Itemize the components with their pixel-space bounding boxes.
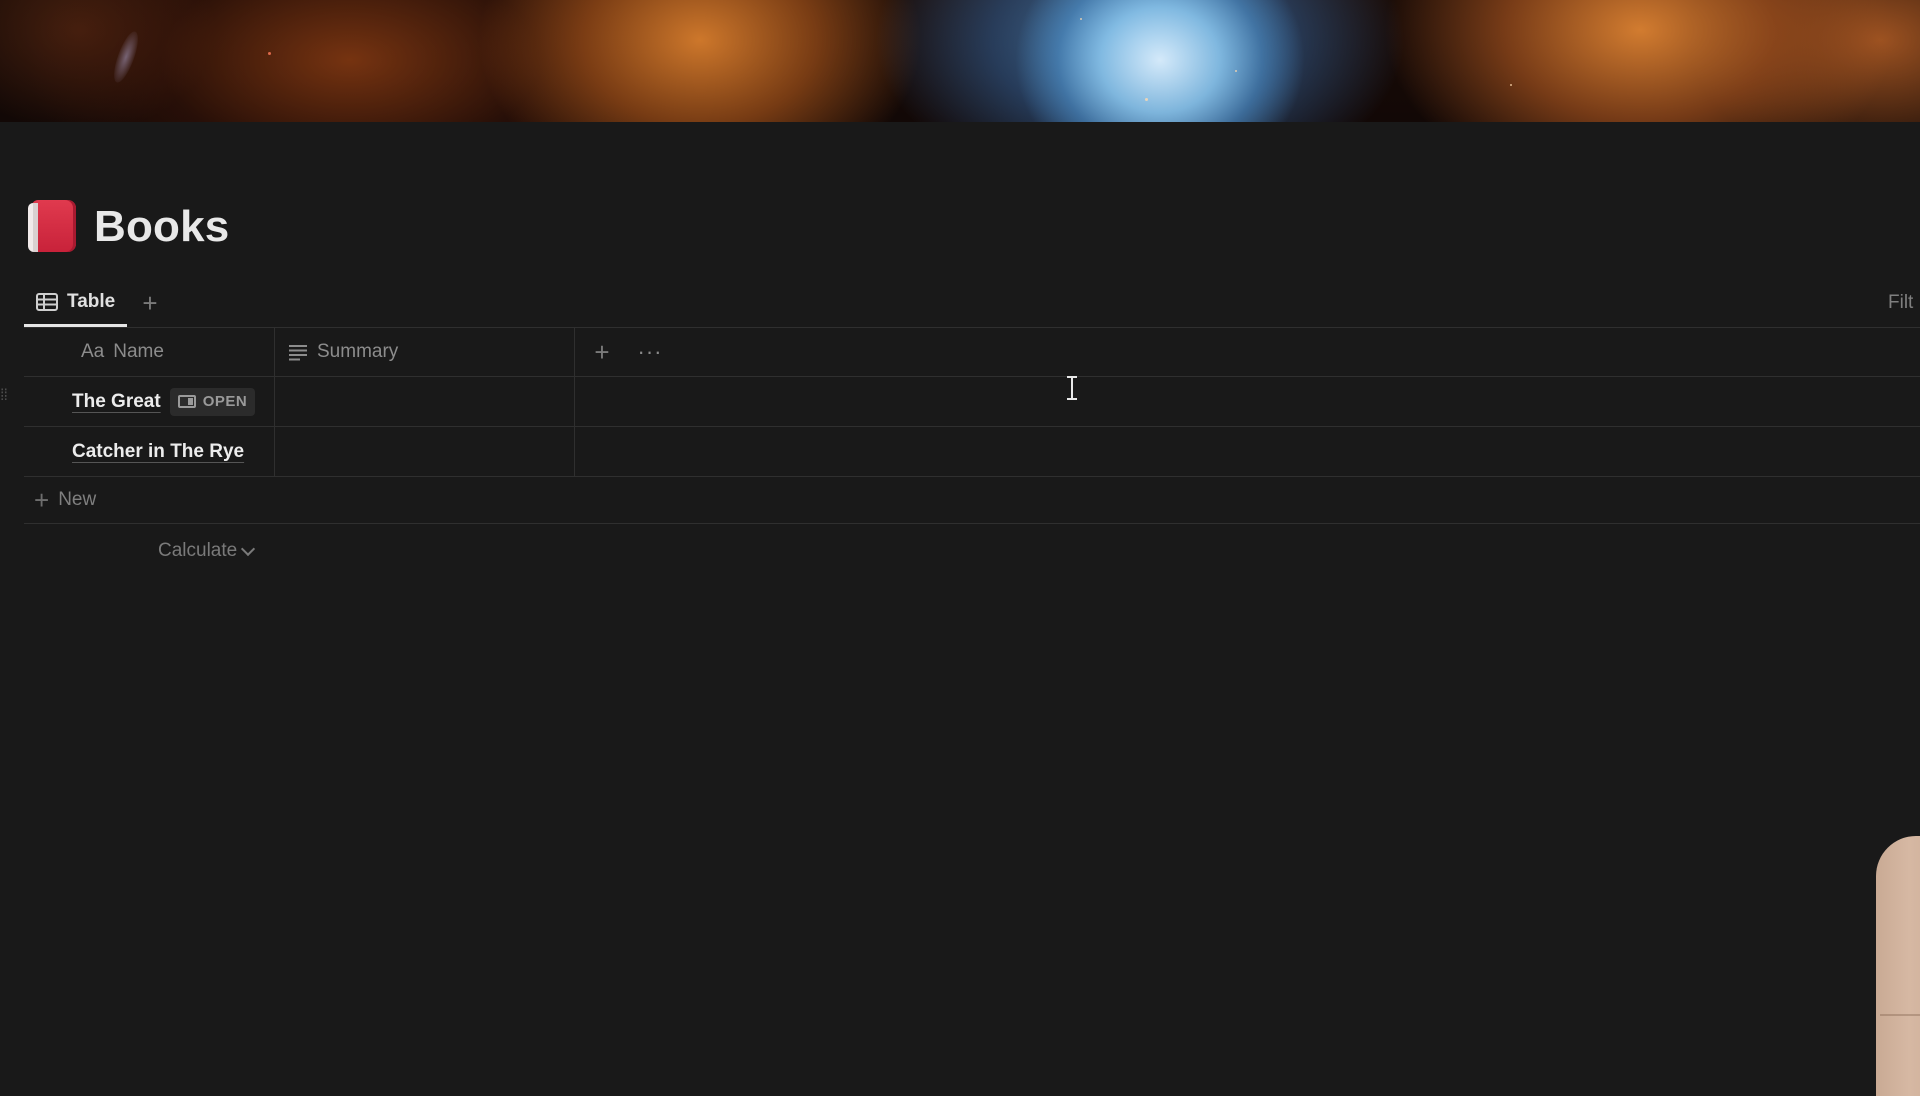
page-header: Books: [28, 200, 229, 254]
name-cell[interactable]: Catcher in The Rye: [24, 427, 275, 476]
row-title[interactable]: Catcher in The Rye: [72, 441, 244, 463]
presenter-hand: [1876, 836, 1920, 1096]
cover-star: [1145, 98, 1148, 101]
plus-icon: +: [34, 484, 50, 515]
table-header: Aa Name Summary + ···: [24, 328, 1920, 377]
page-cover-image[interactable]: [0, 0, 1920, 122]
column-label: Name: [113, 341, 164, 362]
text-cursor-icon: [1064, 374, 1080, 402]
cover-star: [1510, 84, 1512, 86]
calculate-label: Calculate: [158, 540, 238, 561]
red-book-icon[interactable]: [28, 200, 78, 254]
add-view-button[interactable]: +: [136, 287, 164, 318]
new-row-label: New: [58, 489, 97, 510]
summary-cell[interactable]: [275, 427, 575, 476]
calculate-dropdown[interactable]: Calculate: [158, 538, 256, 564]
new-row-button[interactable]: + New: [24, 477, 1920, 524]
summary-cell[interactable]: [275, 377, 575, 426]
table-row[interactable]: Catcher in The Rye: [24, 427, 1920, 477]
tab-table[interactable]: Table: [24, 280, 128, 327]
cover-star: [268, 52, 271, 55]
open-button[interactable]: OPEN: [169, 387, 256, 416]
more-horizontal-icon: ···: [637, 339, 663, 364]
more-options-button[interactable]: ···: [636, 338, 664, 366]
plus-icon: +: [594, 336, 610, 367]
cover-nebula-streak: [109, 28, 143, 86]
column-header-summary[interactable]: Summary: [275, 328, 575, 376]
page-title[interactable]: Books: [94, 202, 229, 252]
drag-handle-icon[interactable]: ⁞⁞: [0, 388, 16, 413]
filter-button[interactable]: Filt: [1888, 280, 1920, 326]
side-peek-icon: [177, 395, 196, 408]
column-label: Summary: [317, 341, 399, 362]
chevron-down-icon: [241, 541, 256, 556]
table-icon: [36, 293, 58, 311]
cover-star: [1235, 70, 1237, 72]
column-header-name[interactable]: Aa Name: [24, 328, 275, 376]
tab-label: Table: [67, 291, 116, 312]
lines-icon: [289, 345, 307, 361]
table-row[interactable]: The Great OPEN: [24, 377, 1920, 427]
add-column-button[interactable]: +: [588, 336, 616, 367]
text-type-icon: Aa: [81, 341, 105, 362]
cover-star: [1080, 18, 1082, 20]
open-label: OPEN: [202, 393, 248, 410]
name-cell[interactable]: The Great OPEN: [24, 377, 275, 426]
plus-icon: +: [142, 287, 158, 318]
view-tabs: Table + Filt: [24, 280, 1920, 328]
row-title[interactable]: The Great: [72, 391, 161, 413]
